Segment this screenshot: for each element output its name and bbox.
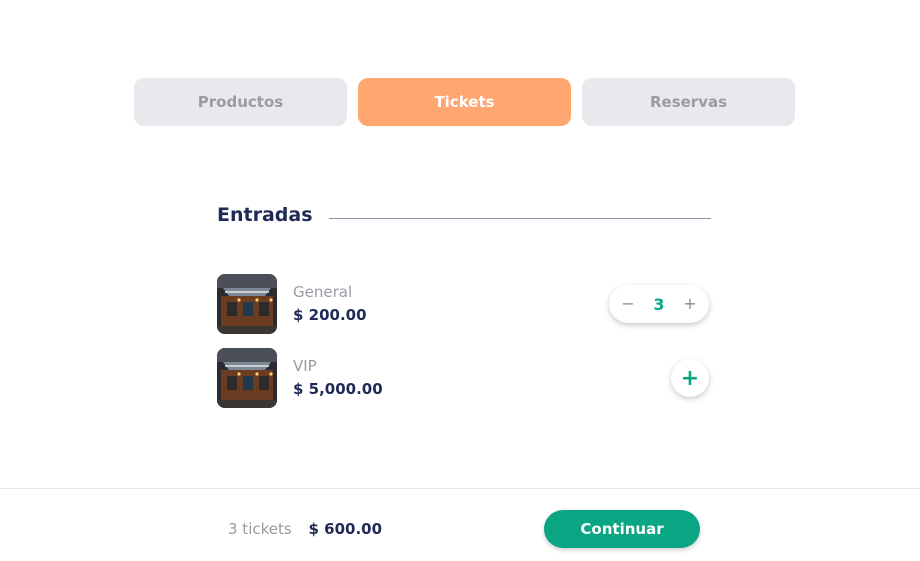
tab-bar: Productos Tickets Reservas — [134, 78, 795, 126]
ticket-count: 3 tickets — [228, 520, 292, 538]
section-header: Entradas — [217, 204, 711, 226]
ticket-item-vip: VIP $ 5,000.00 + — [217, 348, 711, 408]
order-total: $ 600.00 — [308, 520, 383, 538]
minus-icon[interactable]: − — [621, 296, 635, 312]
ticket-price: $ 200.00 — [293, 306, 367, 324]
quantity-stepper: − 3 + — [609, 285, 709, 323]
ticket-price: $ 5,000.00 — [293, 380, 383, 398]
plus-icon[interactable]: + — [683, 296, 697, 312]
section-divider — [328, 217, 711, 219]
section-title: Entradas — [217, 204, 313, 226]
continue-button[interactable]: Continuar — [544, 510, 700, 548]
order-summary: 3 tickets $ 600.00 — [228, 520, 382, 538]
ticket-name: VIP — [293, 357, 317, 375]
ticket-thumbnail — [217, 348, 277, 408]
tab-tickets[interactable]: Tickets — [358, 78, 571, 126]
ticket-info: General $ 200.00 — [293, 282, 367, 326]
ticket-info: VIP $ 5,000.00 — [293, 356, 383, 400]
ticket-name: General — [293, 283, 353, 301]
tab-productos[interactable]: Productos — [134, 78, 347, 126]
tab-reservas[interactable]: Reservas — [582, 78, 795, 126]
ticket-item-general: General $ 200.00 − 3 + — [217, 274, 711, 334]
quantity-value: 3 — [653, 294, 665, 314]
checkout-footer: 3 tickets $ 600.00 Continuar — [0, 488, 920, 561]
ticket-thumbnail — [217, 274, 277, 334]
plus-icon: + — [680, 365, 700, 391]
add-ticket-button[interactable]: + — [671, 359, 709, 397]
